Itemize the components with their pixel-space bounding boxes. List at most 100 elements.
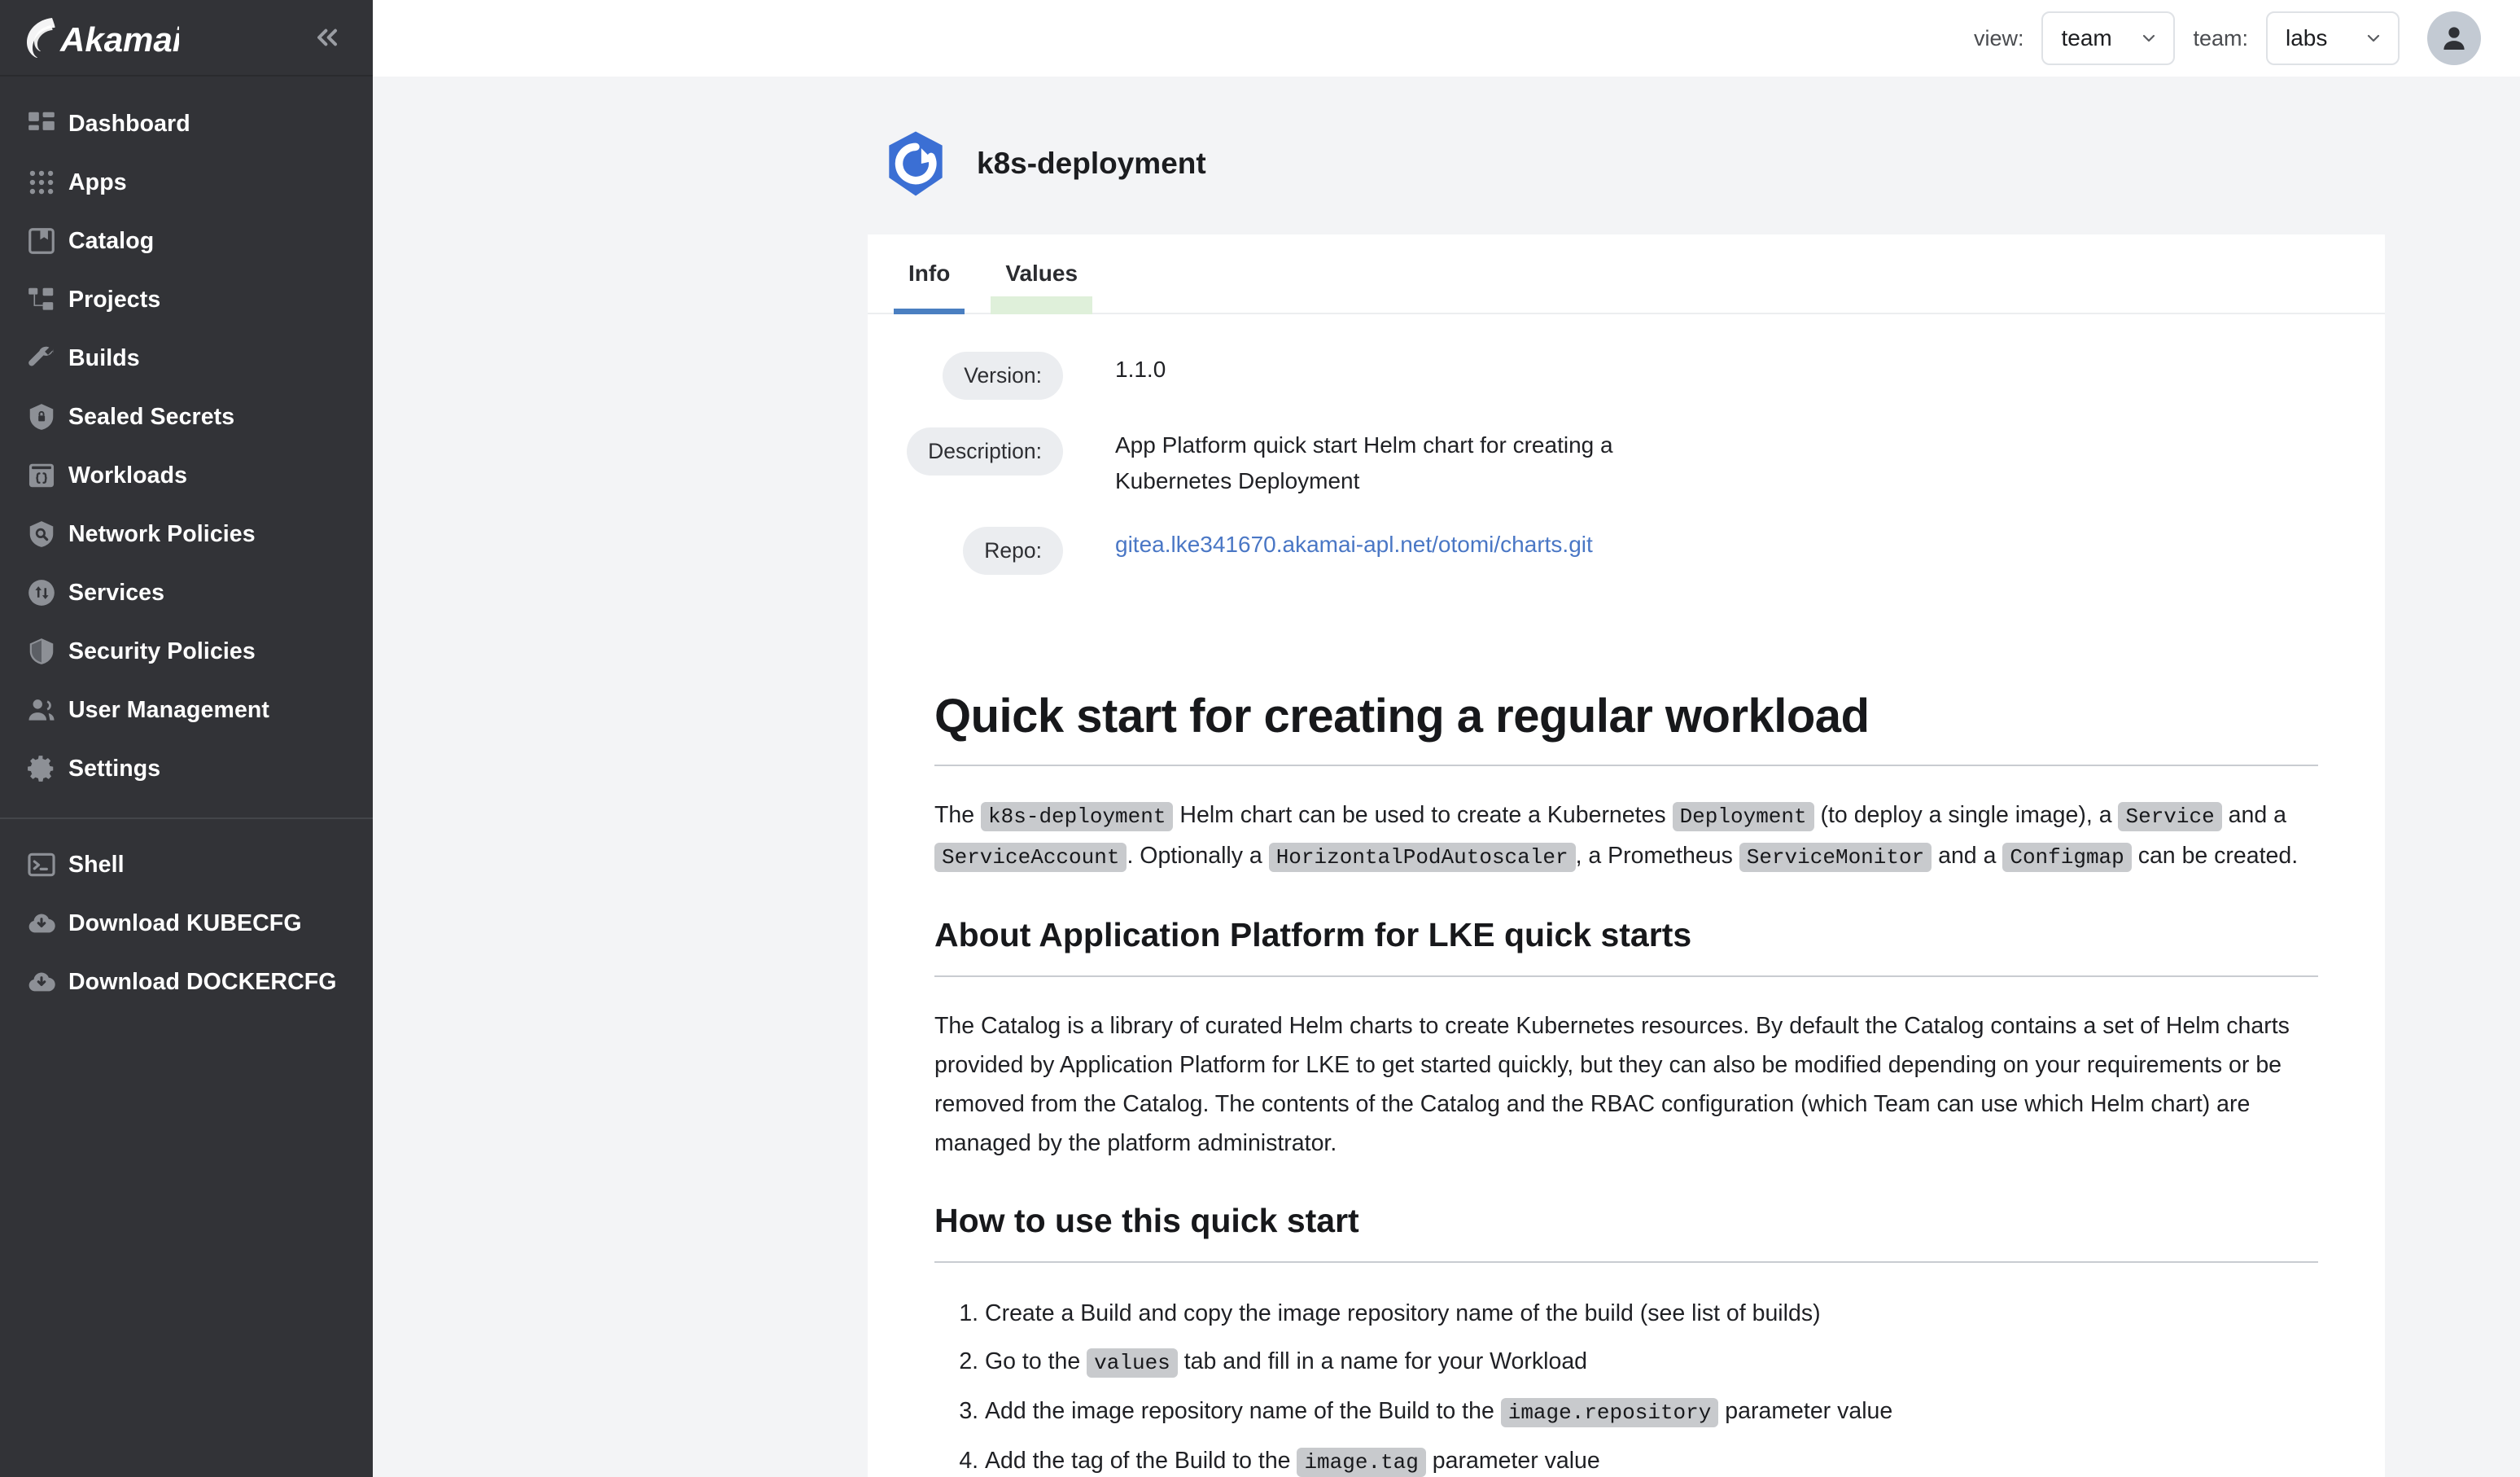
sidebar-item-label: Builds — [68, 344, 140, 371]
intro-text: , a Prometheus — [1575, 843, 1739, 869]
sidebar-item-sealed-secrets[interactable]: Sealed Secrets — [0, 388, 373, 446]
code-servicemonitor: ServiceMonitor — [1739, 843, 1932, 872]
intro-text: . Optionally a — [1127, 843, 1269, 869]
tab-values[interactable]: Values — [978, 234, 1105, 314]
step-text: parameter value — [1718, 1398, 1893, 1424]
code-deployment: Deployment — [1672, 802, 1814, 831]
code-service: Service — [2118, 802, 2222, 831]
version-key-badge: Version: — [943, 352, 1063, 400]
sidebar-item-dashboard[interactable]: Dashboard — [0, 94, 373, 153]
view-select-value: team — [2061, 25, 2112, 50]
sidebar-divider — [0, 817, 373, 819]
sidebar-item-catalog[interactable]: Catalog — [0, 212, 373, 270]
book-bookmark-icon — [15, 226, 68, 256]
helm-chart-kubernetes-icon — [881, 129, 951, 199]
team-label: team: — [2193, 25, 2248, 50]
step-text: parameter value — [1425, 1448, 1600, 1474]
main-area: view: team team: labs k8s-deployment Inf… — [373, 0, 2520, 1477]
list-item: Add the image repository name of the Bui… — [985, 1392, 2318, 1433]
metadata-row-repo: Repo: gitea.lke341670.akamai-apl.net/oto… — [868, 527, 2385, 575]
description-key-badge: Description: — [907, 427, 1063, 476]
content-scroll: k8s-deployment Info Values Version: 1.1.… — [373, 77, 2520, 1477]
sidebar-item-settings[interactable]: Settings — [0, 739, 373, 798]
dashboard-grid-icon — [15, 108, 68, 139]
team-select[interactable]: labs — [2266, 11, 2400, 65]
sidebar-item-projects[interactable]: Projects — [0, 270, 373, 329]
metadata-row-version: Version: 1.1.0 — [868, 352, 2385, 400]
page-title: k8s-deployment — [977, 147, 1206, 180]
metadata-row-description: Description: App Platform quick start He… — [868, 427, 2385, 499]
metadata-key-wrap: Description: — [868, 427, 1063, 476]
metadata-section: Version: 1.1.0 Description: App Platform… — [868, 314, 2385, 635]
code-horizontalpodautoscaler: HorizontalPodAutoscaler — [1268, 843, 1576, 872]
doc-intro-paragraph: The k8s-deployment Helm chart can be use… — [934, 795, 2318, 877]
chevron-down-icon — [2139, 28, 2159, 48]
sidebar-item-label: Download DOCKERCFG — [68, 968, 337, 995]
code-image-repository: image.repository — [1500, 1398, 1719, 1427]
doc-about-paragraph: The Catalog is a library of curated Helm… — [934, 1013, 2290, 1156]
heading-rule — [934, 975, 2318, 977]
terminal-icon — [15, 849, 68, 880]
tab-active-indicator — [894, 309, 965, 314]
tab-info[interactable]: Info — [881, 234, 978, 314]
sidebar-nav: Dashboard Apps Catalog Projects Builds S… — [0, 77, 373, 1011]
tab-bar: Info Values — [868, 234, 2385, 314]
list-item: Add the tag of the Build to the image.ta… — [985, 1441, 2318, 1477]
heading-rule — [934, 765, 2318, 766]
apps-dots-grid-icon — [15, 167, 68, 198]
intro-text: and a — [2221, 802, 2286, 828]
shield-icon — [15, 636, 68, 667]
sidebar-item-workloads[interactable]: Workloads — [0, 446, 373, 505]
content-card: Info Values Version: 1.1.0 Description: … — [868, 234, 2385, 1477]
intro-text: and a — [1932, 843, 2003, 869]
tab-label: Values — [1005, 261, 1078, 286]
sidebar-item-label: Apps — [68, 169, 127, 195]
team-select-value: labs — [2286, 25, 2328, 50]
heading-rule — [934, 1261, 2318, 1263]
doc-heading-howto: How to use this quick start — [934, 1202, 1359, 1239]
sidebar-item-download-dockercfg[interactable]: Download DOCKERCFG — [0, 953, 373, 1011]
repo-value-wrap: gitea.lke341670.akamai-apl.net/otomi/cha… — [1063, 527, 1593, 563]
intro-text: The — [934, 802, 982, 828]
code-image-tag: image.tag — [1297, 1448, 1426, 1477]
sidebar-item-shell[interactable]: Shell — [0, 835, 373, 894]
step-text: tab and fill in a name for your Workload — [1177, 1348, 1588, 1374]
repo-link[interactable]: gitea.lke341670.akamai-apl.net/otomi/cha… — [1115, 532, 1593, 557]
user-avatar-icon[interactable] — [2427, 11, 2481, 65]
sidebar-item-label: Workloads — [68, 462, 188, 489]
cloud-download-icon — [15, 908, 68, 939]
shield-lock-icon — [15, 401, 68, 432]
intro-text: (to deploy a single image), a — [1813, 802, 2119, 828]
tab-pending-indicator — [991, 296, 1093, 314]
sidebar-item-label: Network Policies — [68, 520, 256, 547]
step-text: Add the image repository name of the Bui… — [985, 1398, 1501, 1424]
sidebar-item-label: Services — [68, 579, 165, 606]
sidebar-item-security-policies[interactable]: Security Policies — [0, 622, 373, 681]
list-item: Go to the values tab and fill in a name … — [985, 1342, 2318, 1383]
sidebar-item-builds[interactable]: Builds — [0, 329, 373, 388]
doc-heading-about: About Application Platform for LKE quick… — [934, 916, 1692, 953]
sidebar-item-network-policies[interactable]: Network Policies — [0, 505, 373, 563]
sidebar-collapse-button[interactable] — [311, 21, 343, 54]
sidebar-item-download-kubecfg[interactable]: Download KUBECFG — [0, 894, 373, 953]
cloud-download-icon — [15, 966, 68, 997]
view-select[interactable]: team — [2041, 11, 2176, 65]
sidebar-item-label: Catalog — [68, 227, 155, 254]
users-icon — [15, 695, 68, 725]
akamai-logo[interactable]: Akamai — [24, 15, 179, 59]
documentation-body: Quick start for creating a regular workl… — [868, 635, 2385, 1477]
howto-steps-list: Create a Build and copy the image reposi… — [934, 1294, 2318, 1477]
page-header: k8s-deployment — [373, 77, 2520, 234]
sidebar-item-apps[interactable]: Apps — [0, 153, 373, 212]
gear-icon — [15, 753, 68, 784]
doc-heading-quickstart: Quick start for creating a regular workl… — [934, 690, 1870, 743]
step-text: Go to the — [985, 1348, 1087, 1374]
metadata-key-wrap: Version: — [868, 352, 1063, 400]
window-braces-icon — [15, 460, 68, 491]
version-value: 1.1.0 — [1115, 357, 1166, 382]
sidebar-item-user-management[interactable]: User Management — [0, 681, 373, 739]
sidebar-item-services[interactable]: Services — [0, 563, 373, 622]
sidebar-item-label: Shell — [68, 851, 125, 878]
code-configmap: Configmap — [2002, 843, 2132, 872]
sidebar-item-label: Dashboard — [68, 110, 190, 137]
